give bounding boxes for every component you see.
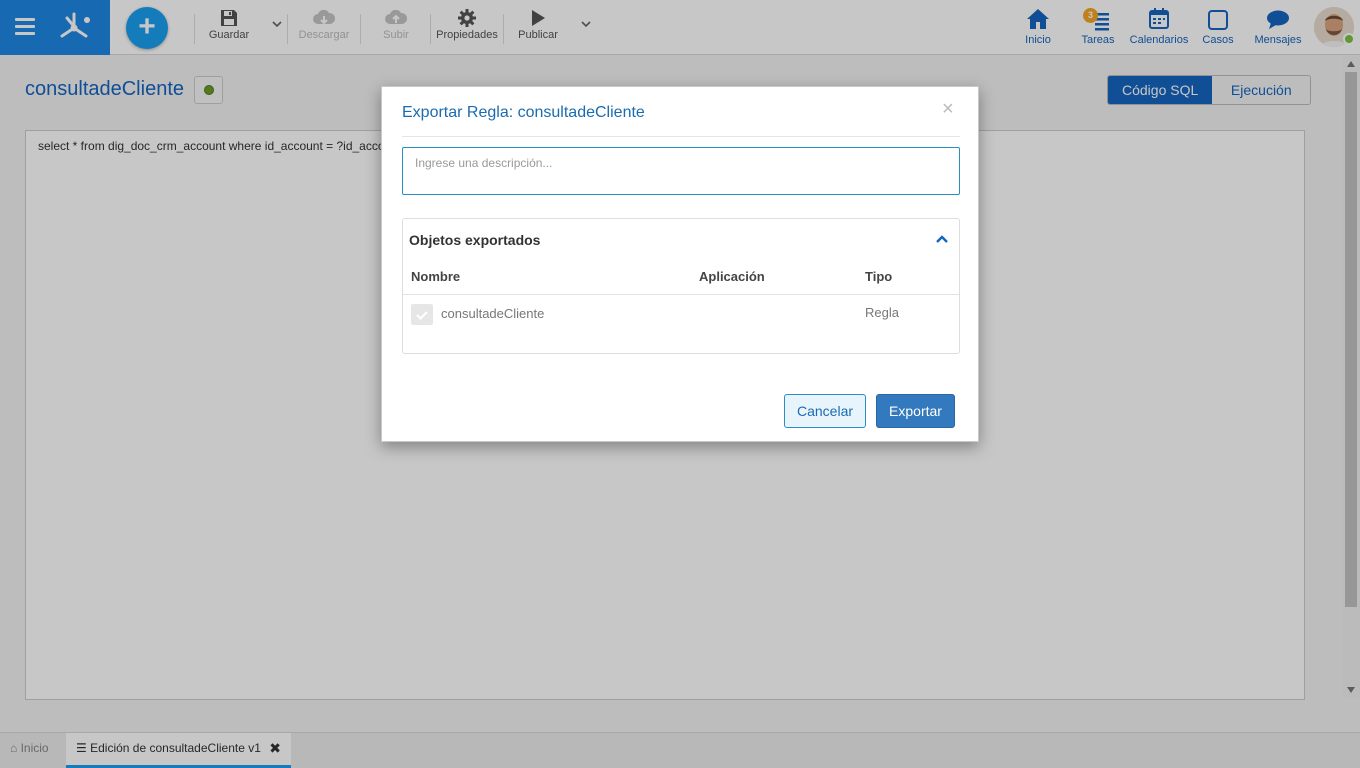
column-header-type: Tipo <box>865 269 893 284</box>
dialog-divider <box>402 136 960 137</box>
description-input[interactable] <box>402 147 960 195</box>
row-checkbox[interactable] <box>411 304 433 325</box>
cancel-button[interactable]: Cancelar <box>784 394 866 428</box>
header-divider <box>403 294 959 295</box>
column-header-name: Nombre <box>411 269 461 284</box>
row-name: consultadeCliente <box>441 306 545 321</box>
export-button[interactable]: Exportar <box>876 394 955 428</box>
export-dialog: Exportar Regla: consultadeCliente × Obje… <box>381 86 979 442</box>
close-icon[interactable]: × <box>942 99 954 119</box>
chevron-up-icon[interactable] <box>935 234 949 244</box>
exported-objects-panel: Objetos exportados Nombre Aplicación Tip… <box>402 218 960 354</box>
column-header-application: Aplicación <box>699 269 765 284</box>
panel-title: Objetos exportados <box>409 232 541 248</box>
check-icon <box>416 311 428 321</box>
dialog-title: Exportar Regla: consultadeCliente <box>402 104 645 121</box>
row-type: Regla <box>865 305 899 320</box>
